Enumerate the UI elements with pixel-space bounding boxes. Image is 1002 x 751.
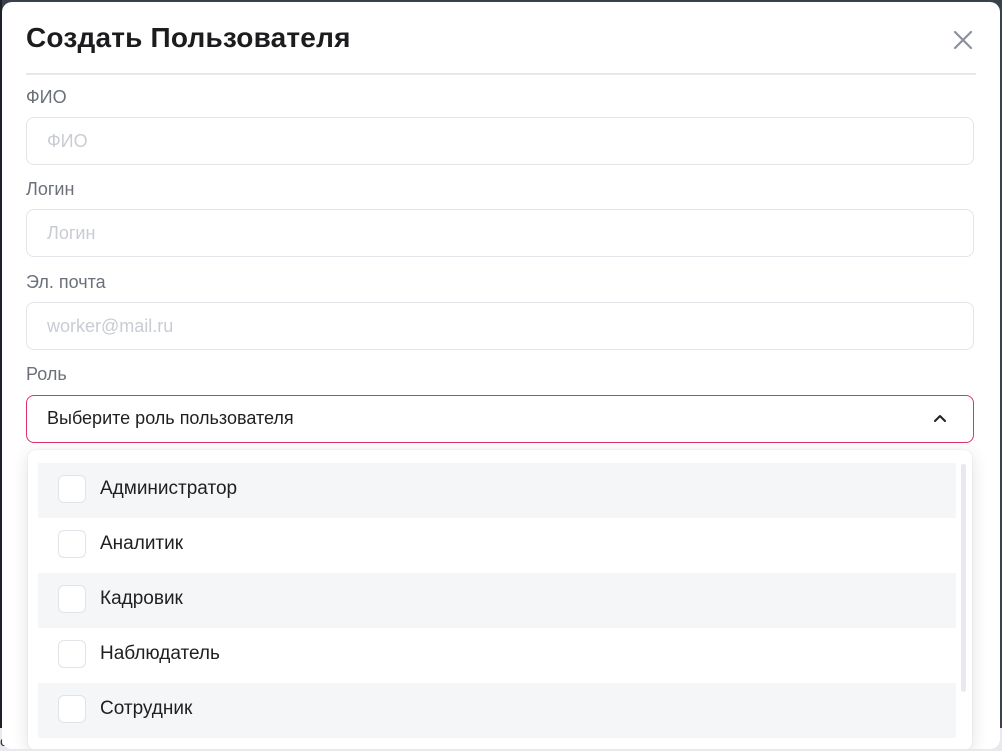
role-checkbox[interactable] [58,475,86,503]
role-option-hr[interactable]: Кадровик [38,573,956,628]
role-dropdown: Администратор Аналитик Кадровик Наблюдат… [28,450,972,749]
role-checkbox[interactable] [58,695,86,723]
login-input[interactable] [26,209,974,257]
role-label: Роль [26,364,67,384]
role-option-label: Администратор [100,478,238,499]
role-option-label: Аналитик [100,533,184,554]
role-option-label: Сотрудник [100,698,193,719]
header-divider [26,73,976,75]
modal-header: Создать Пользователя [2,2,1000,74]
email-input[interactable] [26,302,974,350]
role-option-administrator[interactable]: Администратор [38,463,956,518]
role-checkbox[interactable] [58,585,86,613]
role-option-label: Наблюдатель [100,643,220,664]
full-name-input[interactable] [26,117,974,165]
email-label: Эл. почта [26,272,106,292]
role-option-employee[interactable]: Сотрудник [38,683,956,738]
create-user-modal: Создать Пользователя ФИО Логин Эл. почта… [2,2,1000,749]
full-name-label: ФИО [26,87,67,107]
role-select-value: Выберите роль пользователя [47,408,294,428]
dropdown-scrollbar[interactable] [961,464,966,692]
close-icon [953,30,973,50]
role-checkbox[interactable] [58,530,86,558]
login-label: Логин [26,179,75,199]
chevron-up-icon [934,415,946,422]
modal-title: Создать Пользователя [26,22,351,53]
role-select[interactable]: Выберите роль пользователя [26,395,974,443]
role-checkbox[interactable] [58,640,86,668]
role-option-analyst[interactable]: Аналитик [38,518,956,573]
role-option-label: Кадровик [100,588,183,609]
close-button[interactable] [950,27,976,53]
role-option-observer[interactable]: Наблюдатель [38,628,956,683]
